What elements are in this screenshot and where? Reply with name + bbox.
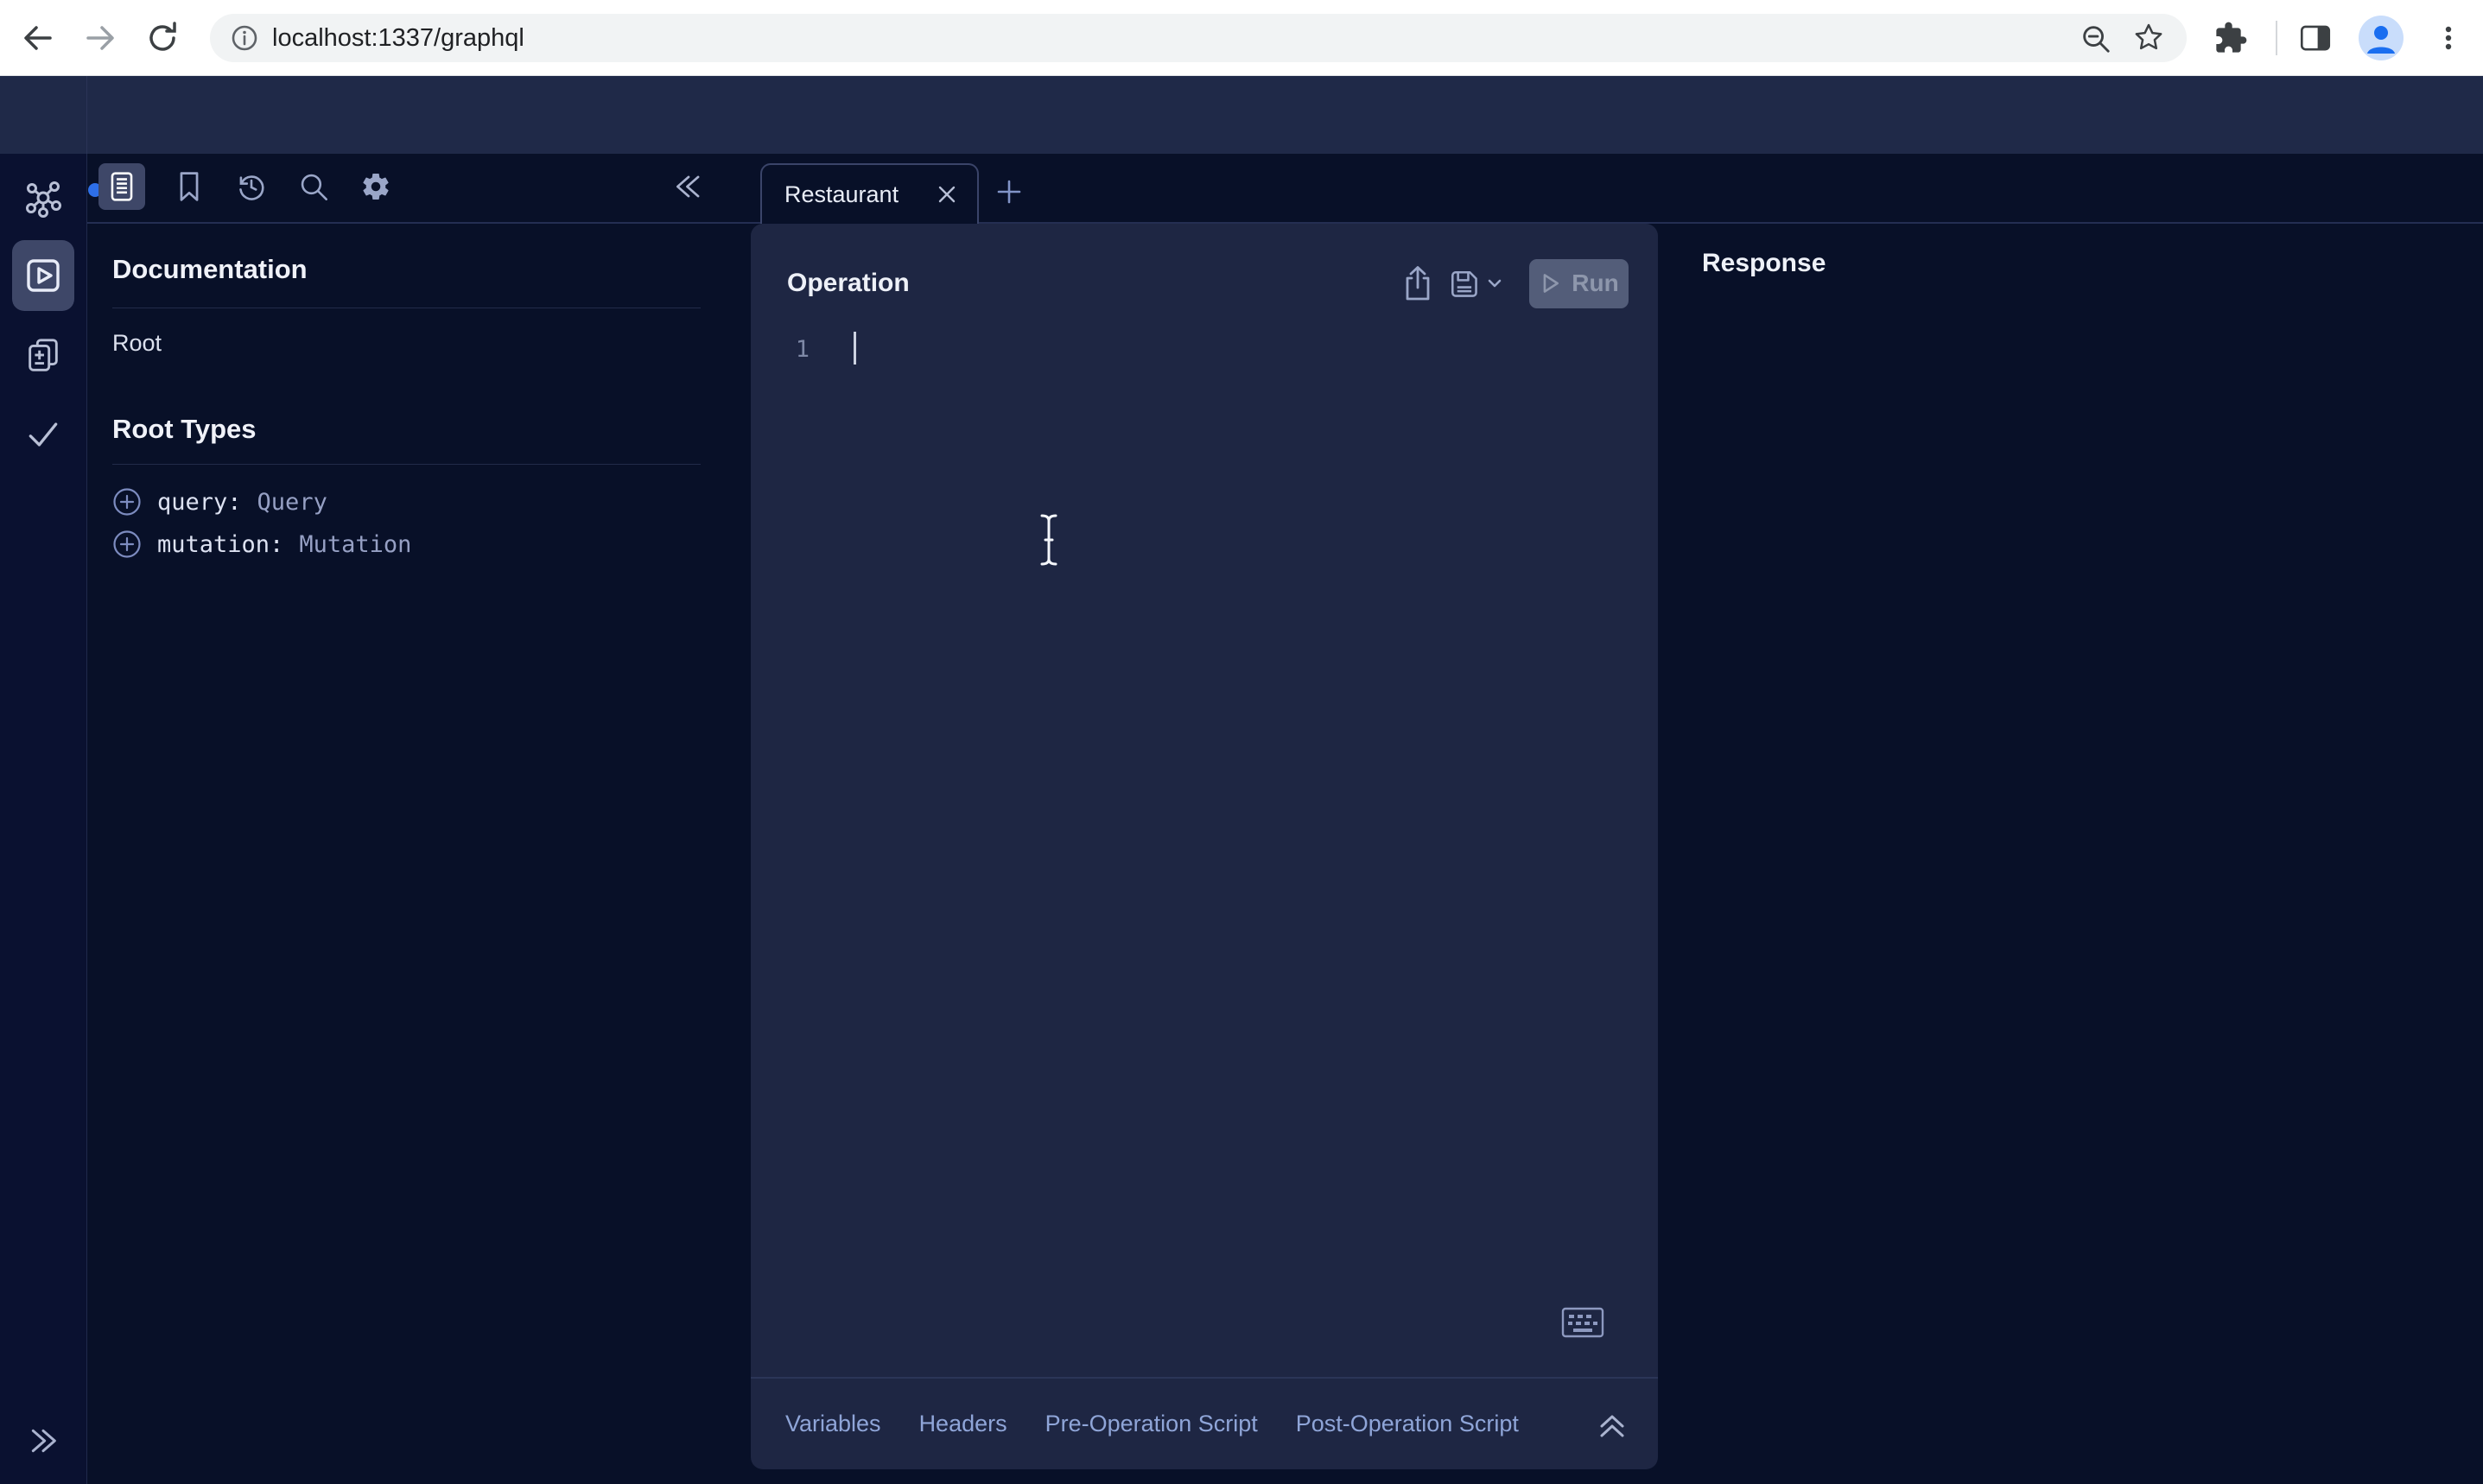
mutation-type-link[interactable]: Mutation [299, 531, 411, 558]
operation-header: Operation Run [751, 224, 1658, 343]
chevron-down-icon[interactable] [1486, 276, 1503, 290]
apollo-toolbar: A SANDBOX http://localhost:1337/gra... P… [0, 76, 2483, 154]
changelog-icon[interactable] [22, 334, 64, 376]
kebab-menu-icon[interactable] [2429, 19, 2467, 57]
root-type-row-mutation[interactable]: mutation: Mutation [112, 524, 411, 564]
history-icon[interactable] [232, 168, 270, 206]
keyboard-shortcuts-icon[interactable] [1561, 1307, 1604, 1338]
toolbar-divider [86, 76, 87, 154]
schema-graph-icon[interactable] [22, 180, 64, 221]
editor-caret [854, 332, 856, 365]
documentation-title: Documentation [112, 254, 308, 285]
back-icon[interactable] [19, 19, 57, 57]
left-rail [0, 154, 87, 1484]
settings-icon[interactable] [357, 168, 395, 206]
expand-chevrons-icon[interactable] [22, 1420, 64, 1462]
documentation-panel: Documentation Root Root Types query: Que… [87, 154, 745, 1484]
add-mutation-icon[interactable] [112, 530, 142, 559]
extensions-icon[interactable] [2212, 19, 2250, 57]
zoom-out-icon[interactable] [2078, 21, 2112, 55]
query-field-name[interactable]: query: [157, 489, 242, 516]
line-number: 1 [787, 336, 810, 363]
chrome-divider [2276, 21, 2277, 55]
drawer-post-operation-script[interactable]: Post-Operation Script [1296, 1411, 1519, 1437]
forward-icon[interactable] [81, 19, 119, 57]
save-icon[interactable] [1446, 265, 1481, 301]
explorer-icon[interactable] [12, 240, 74, 311]
operation-drawer: Variables Headers Pre-Operation Script P… [751, 1377, 1658, 1469]
run-label: Run [1572, 270, 1618, 297]
run-button[interactable]: Run [1529, 259, 1629, 308]
collapse-up-icon[interactable] [1595, 1407, 1629, 1442]
play-icon [1539, 271, 1561, 295]
app-screen: localhost:1337/graphql A SANDBOX [0, 0, 2483, 1484]
doc-divider-2 [112, 464, 701, 465]
bookmark-icon[interactable] [170, 168, 208, 206]
add-query-icon[interactable] [112, 487, 142, 517]
drawer-headers[interactable]: Headers [919, 1411, 1007, 1437]
drawer-pre-operation-script[interactable]: Pre-Operation Script [1045, 1411, 1258, 1437]
reload-icon[interactable] [143, 19, 181, 57]
side-panel-icon[interactable] [2296, 19, 2334, 57]
operation-panel: Operation Run 1 [751, 224, 1658, 1469]
response-title: Response [1702, 249, 1826, 278]
doc-root-link[interactable]: Root [112, 330, 162, 357]
share-icon[interactable] [1398, 263, 1438, 303]
workspace: Documentation Root Root Types query: Que… [0, 154, 2483, 1484]
query-type-link[interactable]: Query [257, 489, 327, 516]
url-text[interactable]: localhost:1337/graphql [272, 24, 524, 53]
documentation-icon[interactable] [98, 163, 145, 210]
root-type-row-query[interactable]: query: Query [112, 482, 327, 522]
tab-restaurant[interactable]: Restaurant [760, 163, 979, 224]
mutation-field-name[interactable]: mutation: [157, 531, 283, 558]
save-button-group[interactable] [1446, 265, 1503, 301]
new-tab-icon[interactable] [992, 174, 1026, 209]
star-icon[interactable] [2131, 21, 2166, 55]
tab-label[interactable]: Restaurant [784, 181, 934, 208]
operation-title: Operation [787, 269, 1398, 298]
info-icon[interactable] [229, 22, 260, 54]
close-icon[interactable] [934, 181, 960, 207]
drawer-variables[interactable]: Variables [785, 1411, 881, 1437]
search-icon[interactable] [295, 168, 333, 206]
address-bar[interactable]: localhost:1337/graphql [210, 14, 2187, 62]
root-types-title: Root Types [112, 414, 257, 445]
profile-avatar[interactable] [2359, 16, 2404, 60]
collapse-chevrons-icon[interactable] [670, 168, 708, 206]
browser-chrome: localhost:1337/graphql [0, 0, 2483, 76]
text-cursor [1033, 511, 1064, 568]
checks-icon[interactable] [22, 414, 64, 455]
